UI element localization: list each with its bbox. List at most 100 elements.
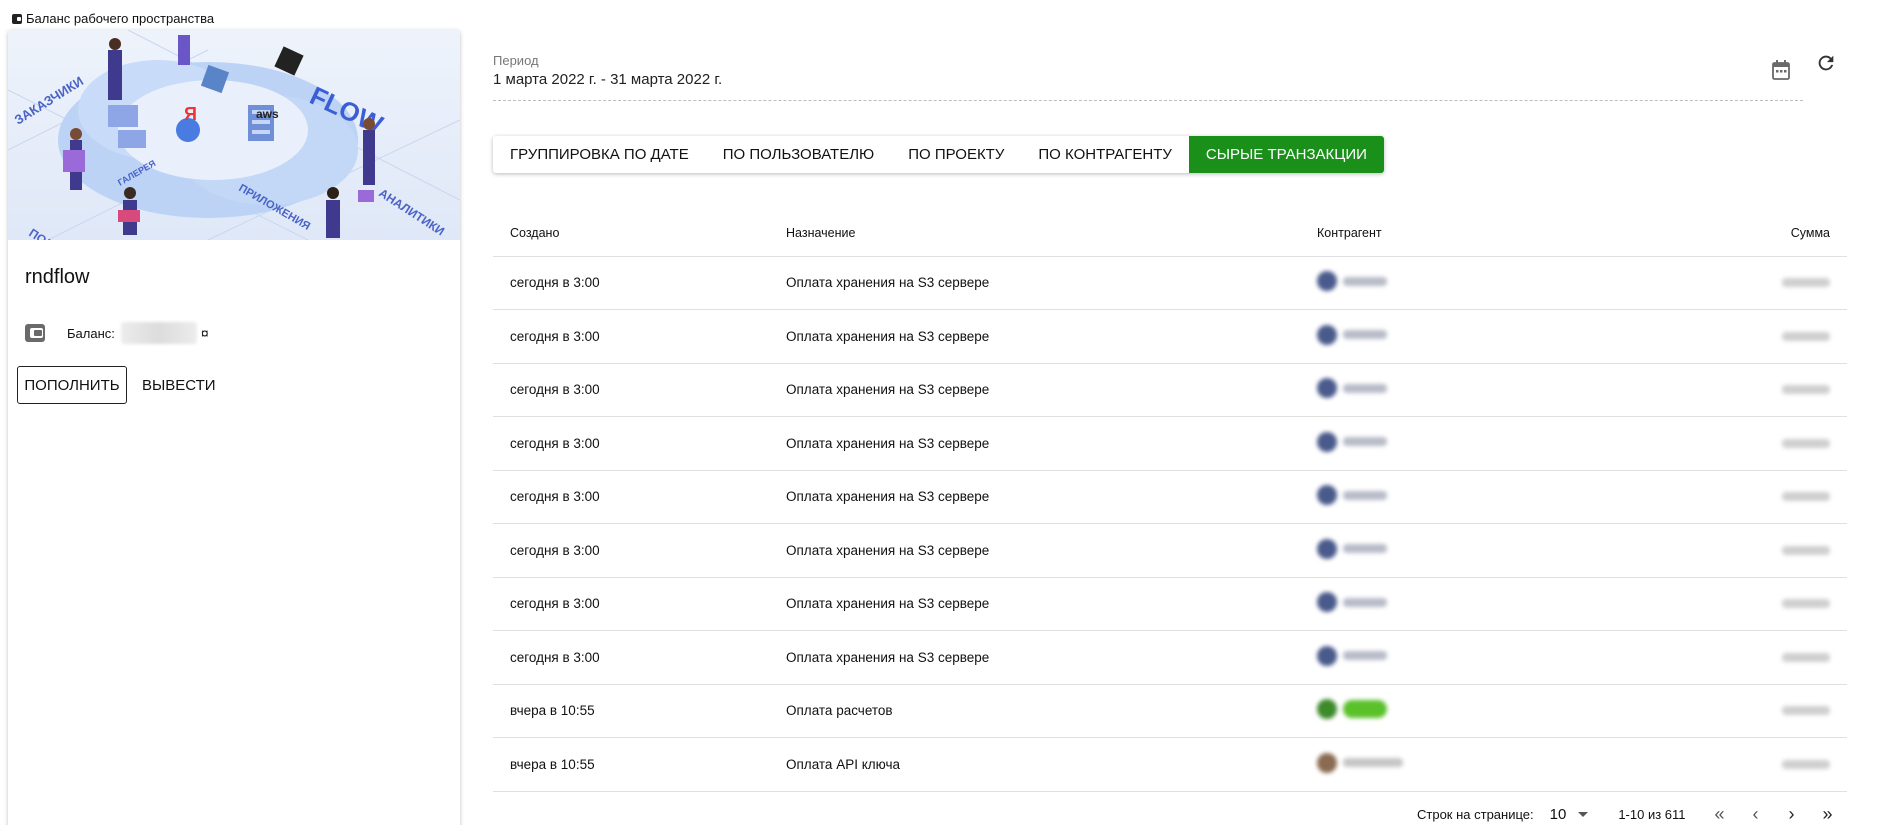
- workspace-banner: Я aws FLOW ЗАКАЗЧИКИ ГАЛЕРЕЯ ПРИЛОЖЕНИЯ …: [8, 30, 460, 240]
- next-page-icon[interactable]: ›: [1782, 804, 1802, 824]
- header-created[interactable]: Создано: [493, 210, 769, 257]
- page-range: 1-10 из 611: [1618, 806, 1686, 822]
- cell-purpose: Оплата хранения на S3 сервере: [769, 309, 1300, 364]
- cell-counterparty: [1300, 470, 1700, 524]
- calendar-icon[interactable]: [1772, 60, 1790, 80]
- svg-text:ПОЛЬ: ПОЛЬ: [26, 226, 63, 240]
- prev-page-icon[interactable]: ‹: [1746, 804, 1766, 824]
- amount-redacted: [1782, 438, 1830, 448]
- tab-by-user[interactable]: ПО ПОЛЬЗОВАТЕЛЮ: [706, 136, 891, 173]
- cell-counterparty: [1300, 256, 1700, 310]
- header-amount[interactable]: Сумма: [1700, 210, 1847, 257]
- cell-created: сегодня в 3:00: [493, 309, 769, 364]
- table-row[interactable]: сегодня в 3:00 Оплата хранения на S3 серв…: [493, 577, 1847, 631]
- cell-created: вчера в 10:55: [493, 684, 769, 738]
- amount-redacted: [1782, 278, 1830, 288]
- table-row[interactable]: сегодня в 3:00 Оплата хранения на S3 серв…: [493, 256, 1847, 310]
- svg-text:Я: Я: [184, 104, 197, 124]
- amount-redacted: [1782, 385, 1830, 395]
- last-page-icon[interactable]: »: [1818, 804, 1838, 824]
- rows-per-page-select[interactable]: 10: [1550, 806, 1589, 823]
- cell-counterparty: [1300, 309, 1700, 364]
- counterparty-redacted: [1317, 699, 1387, 720]
- header-purpose[interactable]: Назначение: [769, 210, 1300, 257]
- withdraw-button[interactable]: ВЫВЕСТИ: [142, 366, 216, 404]
- cell-created: сегодня в 3:00: [493, 470, 769, 524]
- counterparty-redacted: [1317, 592, 1387, 613]
- avatar: [1317, 645, 1337, 666]
- cell-created: сегодня в 3:00: [493, 416, 769, 471]
- counterparty-redacted: [1317, 378, 1387, 399]
- avatar: [1317, 538, 1337, 559]
- avatar: [1317, 378, 1337, 399]
- page-nav: « ‹ › »: [1710, 804, 1838, 824]
- table-row[interactable]: сегодня в 3:00 Оплата хранения на S3 серв…: [493, 470, 1847, 524]
- table-row[interactable]: сегодня в 3:00 Оплата хранения на S3 серв…: [493, 630, 1847, 685]
- avatar: [1317, 324, 1337, 345]
- balance-value-redacted: [120, 322, 197, 344]
- cell-counterparty: [1300, 577, 1700, 631]
- refresh-icon[interactable]: [1815, 52, 1837, 74]
- banner-illustration: Я aws FLOW ЗАКАЗЧИКИ ГАЛЕРЕЯ ПРИЛОЖЕНИЯ …: [8, 30, 460, 240]
- cell-amount: [1700, 630, 1847, 685]
- cell-amount: [1700, 577, 1847, 631]
- amount-redacted: [1782, 331, 1830, 341]
- table-row[interactable]: вчера в 10:55 Оплата расчетов: [493, 684, 1847, 738]
- tab-by-project[interactable]: ПО ПРОЕКТУ: [891, 136, 1021, 173]
- avatar: [1317, 431, 1337, 452]
- tab-group-by-date[interactable]: ГРУППИРОВКА ПО ДАТЕ: [493, 136, 706, 173]
- cell-purpose: Оплата хранения на S3 сервере: [769, 363, 1300, 417]
- cell-created: сегодня в 3:00: [493, 577, 769, 631]
- cell-purpose: Оплата хранения на S3 сервере: [769, 523, 1300, 578]
- cell-purpose: Оплата API ключа: [769, 737, 1300, 792]
- svg-text:aws: aws: [256, 107, 279, 121]
- cell-counterparty: [1300, 630, 1700, 685]
- period-label: Период: [493, 53, 539, 68]
- cell-created: сегодня в 3:00: [493, 363, 769, 417]
- cell-created: сегодня в 3:00: [493, 630, 769, 685]
- table-row[interactable]: сегодня в 3:00 Оплата хранения на S3 серв…: [493, 416, 1847, 471]
- cell-amount: [1700, 256, 1847, 310]
- table-row[interactable]: сегодня в 3:00 Оплата хранения на S3 серв…: [493, 523, 1847, 578]
- cell-amount: [1700, 684, 1847, 738]
- workspace-card: Я aws FLOW ЗАКАЗЧИКИ ГАЛЕРЕЯ ПРИЛОЖЕНИЯ …: [8, 30, 460, 825]
- pagination: Строк на странице: 10 1-10 из 611 « ‹ › …: [1417, 803, 1838, 825]
- avatar: [1317, 752, 1337, 773]
- amount-redacted: [1782, 545, 1830, 555]
- counterparty-redacted: [1317, 752, 1403, 773]
- cell-created: сегодня в 3:00: [493, 256, 769, 310]
- cell-amount: [1700, 309, 1847, 364]
- wallet-icon: [12, 13, 22, 24]
- amount-redacted: [1782, 759, 1830, 769]
- avatar: [1317, 485, 1337, 506]
- cell-purpose: Оплата хранения на S3 сервере: [769, 577, 1300, 631]
- avatar: [1317, 592, 1337, 613]
- cell-counterparty: [1300, 363, 1700, 417]
- table-row[interactable]: вчера в 10:55 Оплата API ключа: [493, 737, 1847, 792]
- cell-counterparty: [1300, 684, 1700, 738]
- cell-purpose: Оплата хранения на S3 сервере: [769, 470, 1300, 524]
- first-page-icon[interactable]: «: [1710, 804, 1730, 824]
- cell-purpose: Оплата хранения на S3 сервере: [769, 416, 1300, 471]
- cell-amount: [1700, 523, 1847, 578]
- table-row[interactable]: сегодня в 3:00 Оплата хранения на S3 серв…: [493, 309, 1847, 364]
- cell-created: сегодня в 3:00: [493, 523, 769, 578]
- balance-label: Баланс:: [67, 325, 115, 341]
- header-counterparty[interactable]: Контрагент: [1300, 210, 1700, 257]
- cell-purpose: Оплата хранения на S3 сервере: [769, 630, 1300, 685]
- svg-text:АНАЛИТИКИ: АНАЛИТИКИ: [376, 186, 447, 239]
- table-row[interactable]: сегодня в 3:00 Оплата хранения на S3 серв…: [493, 363, 1847, 417]
- table-header-row: Создано Назначение Контрагент Сумма: [493, 210, 1847, 257]
- tab-by-counterparty[interactable]: ПО КОНТРАГЕНТУ: [1021, 136, 1189, 173]
- period-field[interactable]: 1 марта 2022 г. - 31 марта 2022 г.: [493, 71, 722, 88]
- cell-counterparty: [1300, 416, 1700, 471]
- counterparty-redacted: [1317, 645, 1387, 666]
- counterparty-redacted: [1317, 431, 1387, 452]
- tab-raw-transactions[interactable]: СЫРЫЕ ТРАНЗАКЦИИ: [1188, 136, 1384, 173]
- view-tabs: ГРУППИРОВКА ПО ДАТЕ ПО ПОЛЬЗОВАТЕЛЮ ПО П…: [493, 136, 1384, 173]
- page-title-text: Баланс рабочего пространства: [26, 11, 215, 26]
- workspace-name: rndflow: [25, 266, 90, 288]
- avatar: [1317, 271, 1337, 292]
- amount-redacted: [1782, 599, 1830, 609]
- topup-button[interactable]: ПОПОЛНИТЬ: [17, 366, 127, 404]
